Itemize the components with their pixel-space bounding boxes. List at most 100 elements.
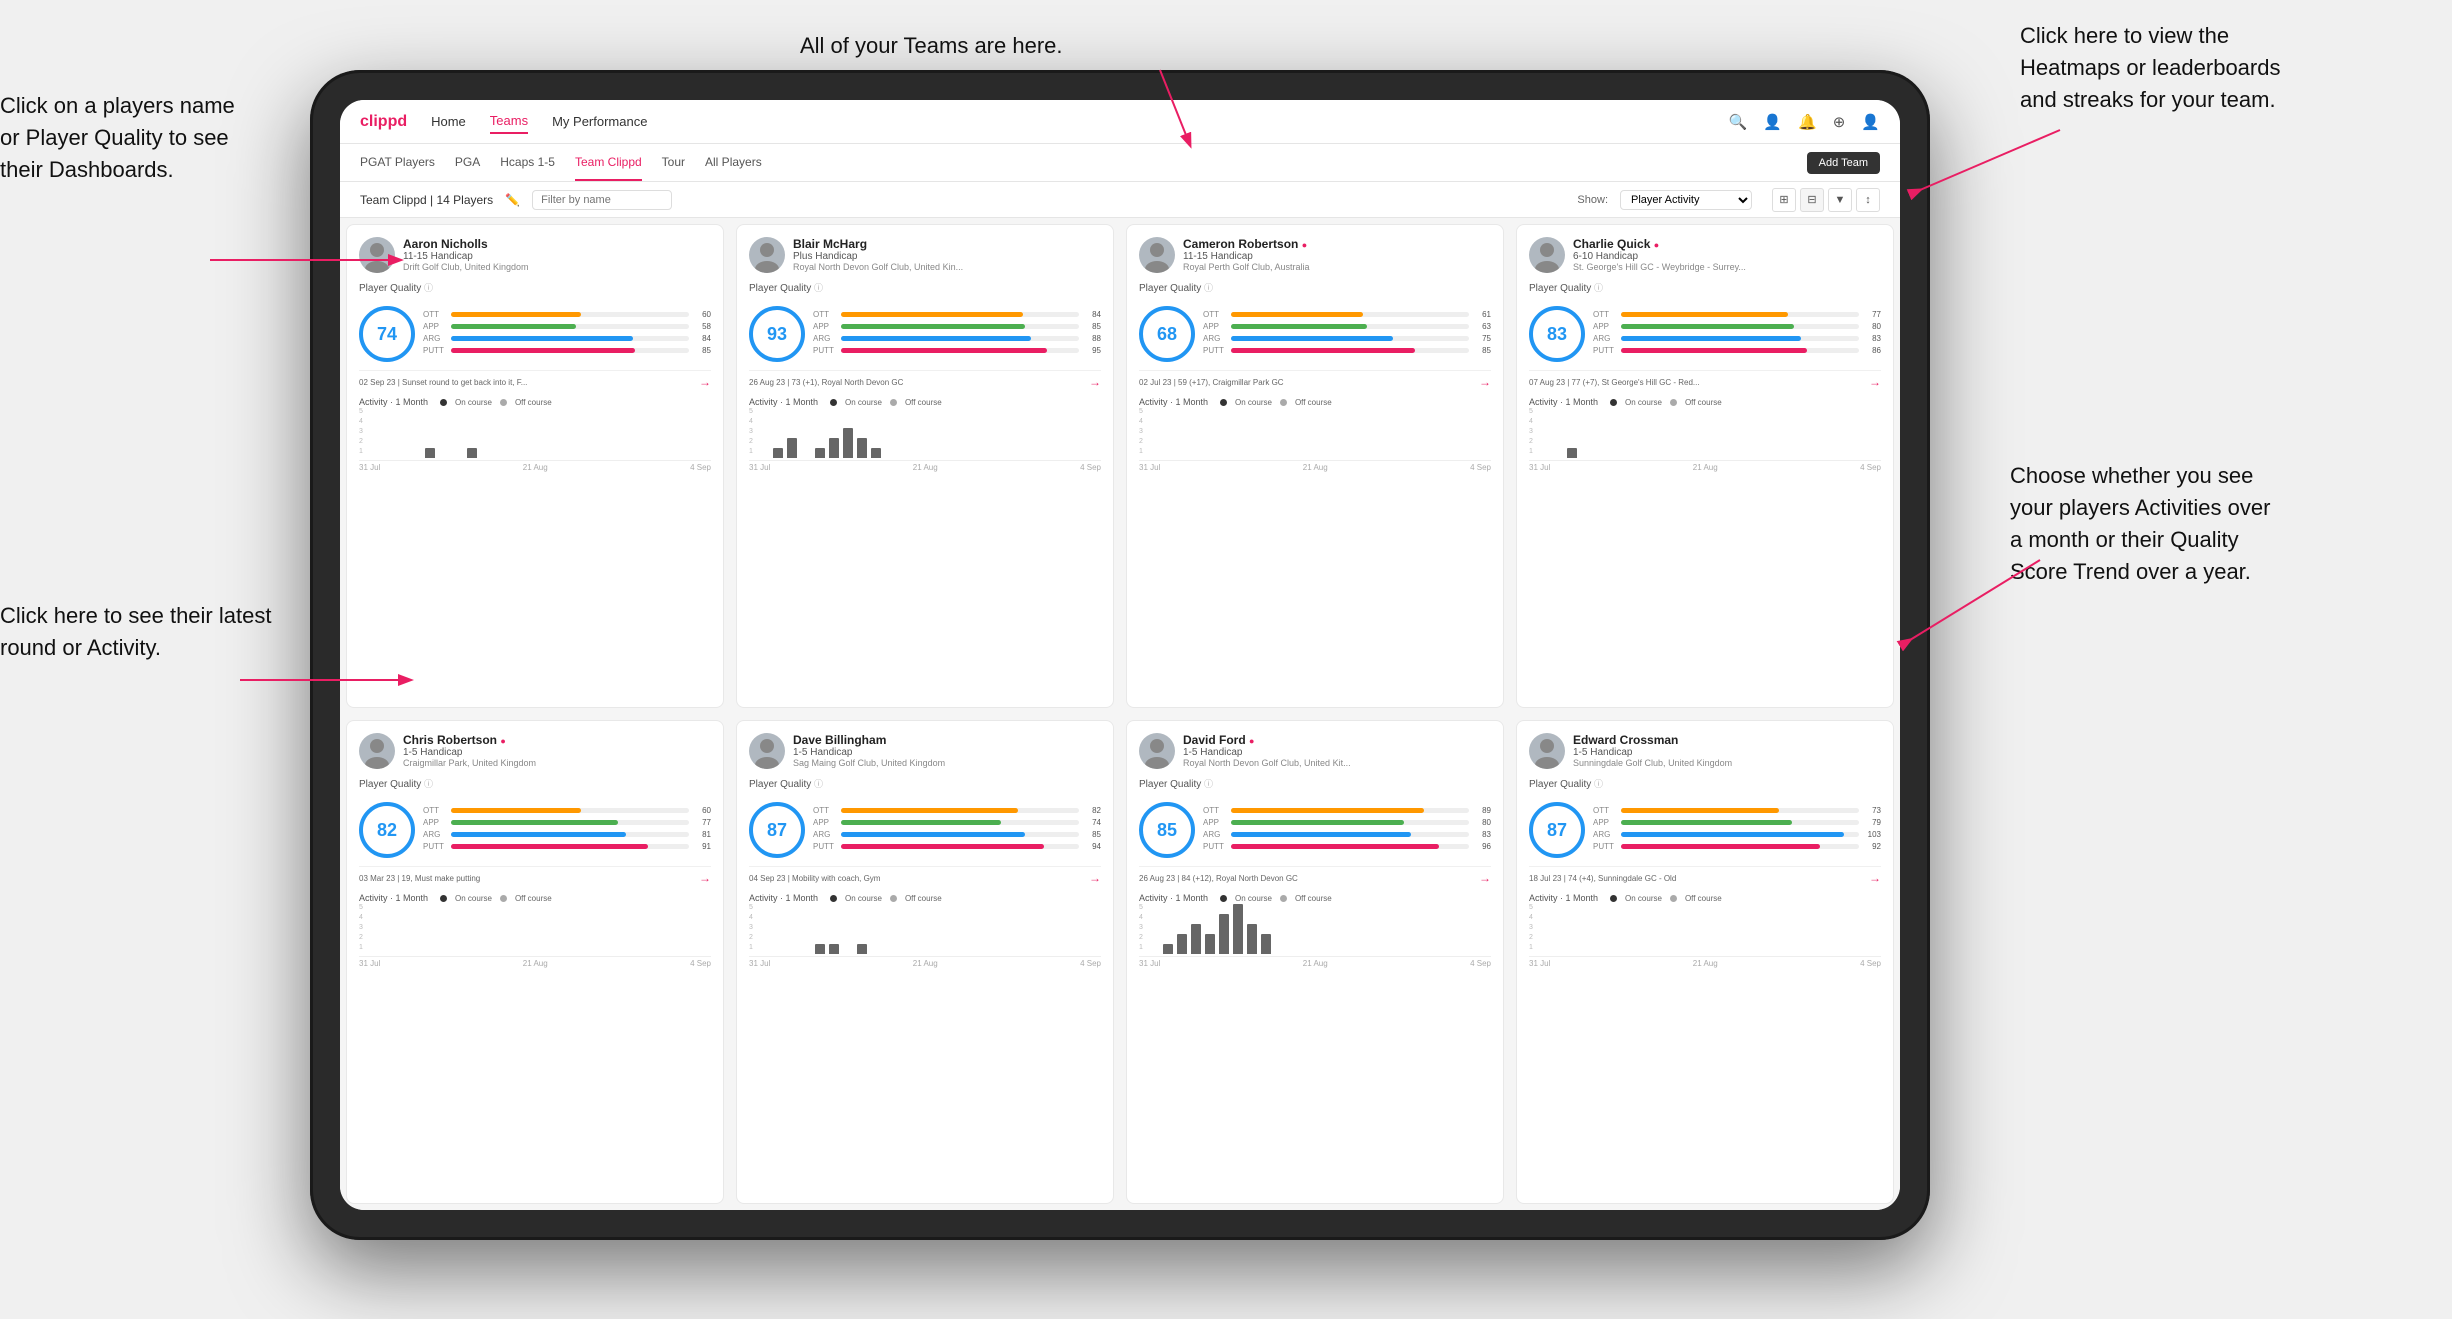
latest-round[interactable]: 18 Jul 23 | 74 (+4), Sunningdale GC - Ol… [1529, 866, 1881, 885]
circle-score[interactable]: 82 [359, 802, 415, 858]
sub-nav-tour[interactable]: Tour [662, 144, 685, 181]
activity-section: Activity · 1 Month On course Off course … [1529, 397, 1881, 472]
player-name[interactable]: Charlie Quick ● [1573, 237, 1881, 251]
view-grid4-icon[interactable]: ⊟ [1800, 188, 1824, 212]
player-card[interactable]: Charlie Quick ●6-10 HandicapSt. George's… [1516, 224, 1894, 708]
stat-row: PUTT95 [813, 346, 1101, 355]
team-title: Team Clippd | 14 Players [360, 193, 493, 207]
view-grid2-icon[interactable]: ⊞ [1772, 188, 1796, 212]
top-nav: clippd Home Teams My Performance 🔍 👤 🔔 ⊕… [340, 100, 1900, 144]
activity-title-label: Activity · 1 Month [749, 397, 818, 407]
circle-score[interactable]: 93 [749, 306, 805, 362]
player-card[interactable]: Dave Billingham1-5 HandicapSag Maing Gol… [736, 720, 1114, 1204]
sub-nav-pgat[interactable]: PGAT Players [360, 144, 435, 181]
latest-round-arrow[interactable]: → [699, 871, 711, 885]
circle-score[interactable]: 68 [1139, 306, 1195, 362]
latest-round-arrow[interactable]: → [1089, 375, 1101, 389]
search-icon[interactable]: 🔍 [1729, 113, 1748, 131]
latest-round[interactable]: 07 Aug 23 | 77 (+7), St George's Hill GC… [1529, 370, 1881, 389]
latest-round[interactable]: 26 Aug 23 | 84 (+12), Royal North Devon … [1139, 866, 1491, 885]
latest-round[interactable]: 02 Jul 23 | 59 (+17), Craigmillar Park G… [1139, 370, 1491, 389]
player-handicap: 1-5 Handicap [793, 747, 1101, 758]
nav-home[interactable]: Home [431, 110, 466, 133]
player-name[interactable]: Dave Billingham [793, 733, 1101, 747]
stat-value: 77 [1863, 310, 1881, 319]
chart-bar [1247, 924, 1257, 954]
player-card[interactable]: Chris Robertson ●1-5 HandicapCraigmillar… [346, 720, 724, 1204]
sub-nav-hcaps[interactable]: Hcaps 1-5 [500, 144, 555, 181]
circle-score[interactable]: 83 [1529, 306, 1585, 362]
sub-nav-pga[interactable]: PGA [455, 144, 480, 181]
chart-x-labels: 31 Jul21 Aug4 Sep [359, 959, 711, 968]
sub-nav-team-clippd[interactable]: Team Clippd [575, 144, 642, 181]
latest-round-arrow[interactable]: → [1869, 375, 1881, 389]
stat-value: 61 [1473, 310, 1491, 319]
stat-label: ARG [423, 334, 447, 343]
filter-input[interactable] [532, 190, 672, 210]
player-club: Craigmillar Park, United Kingdom [403, 758, 711, 768]
player-handicap: 1-5 Handicap [1573, 747, 1881, 758]
bar-container [1149, 408, 1491, 458]
stat-bar-bg [1231, 336, 1469, 341]
player-info: David Ford ●1-5 HandicapRoyal North Devo… [1183, 733, 1491, 768]
player-name[interactable]: David Ford ● [1183, 733, 1491, 747]
latest-round[interactable]: 04 Sep 23 | Mobility with coach, Gym→ [749, 866, 1101, 885]
stat-value: 60 [693, 806, 711, 815]
stat-row: APP63 [1203, 322, 1491, 331]
chart-x-labels: 31 Jul21 Aug4 Sep [359, 463, 711, 472]
player-card[interactable]: Blair McHargPlus HandicapRoyal North Dev… [736, 224, 1114, 708]
user-avatar[interactable]: 👤 [1861, 113, 1880, 131]
bar-container [1539, 904, 1881, 954]
stat-value: 79 [1863, 818, 1881, 827]
player-club: St. George's Hill GC - Weybridge - Surre… [1573, 262, 1881, 272]
chart-x-labels: 31 Jul21 Aug4 Sep [1529, 463, 1881, 472]
latest-round-arrow[interactable]: → [699, 375, 711, 389]
stat-bar-bg [451, 808, 689, 813]
profile-icon[interactable]: 👤 [1763, 113, 1782, 131]
latest-round-arrow[interactable]: → [1479, 871, 1491, 885]
settings-icon[interactable]: ⊕ [1833, 113, 1846, 131]
latest-round[interactable]: 26 Aug 23 | 73 (+1), Royal North Devon G… [749, 370, 1101, 389]
latest-round-arrow[interactable]: → [1479, 375, 1491, 389]
off-course-dot [500, 399, 507, 406]
latest-round[interactable]: 03 Mar 23 | 19, Must make putting→ [359, 866, 711, 885]
chart-bar [1205, 934, 1215, 954]
view-icons: ⊞ ⊟ ▼ ↕ [1772, 188, 1880, 212]
nav-teams[interactable]: Teams [490, 109, 528, 134]
player-name[interactable]: Blair McHarg [793, 237, 1101, 251]
latest-round-arrow[interactable]: → [1089, 871, 1101, 885]
player-name[interactable]: Aaron Nicholls [403, 237, 711, 251]
off-course-label: Off course [515, 398, 552, 407]
latest-round[interactable]: 02 Sep 23 | Sunset round to get back int… [359, 370, 711, 389]
y-axis: 54321 [749, 408, 753, 458]
team-edit-icon[interactable]: ✏️ [505, 193, 520, 207]
on-course-label: On course [1235, 894, 1272, 903]
show-select[interactable]: Player Activity Quality Score Trend [1620, 190, 1752, 210]
bar-container [759, 904, 1101, 954]
nav-performance[interactable]: My Performance [552, 110, 647, 133]
stat-bar [1231, 820, 1404, 825]
add-team-button[interactable]: Add Team [1807, 152, 1880, 174]
player-card[interactable]: Edward Crossman1-5 HandicapSunningdale G… [1516, 720, 1894, 1204]
player-card[interactable]: Cameron Robertson ●11-15 HandicapRoyal P… [1126, 224, 1504, 708]
filter-icon[interactable]: ▼ [1828, 188, 1852, 212]
player-club: Royal North Devon Golf Club, United Kin.… [793, 262, 1101, 272]
stat-bar [451, 324, 576, 329]
latest-round-arrow[interactable]: → [1869, 871, 1881, 885]
circle-score[interactable]: 74 [359, 306, 415, 362]
player-info: Blair McHargPlus HandicapRoyal North Dev… [793, 237, 1101, 272]
sort-icon[interactable]: ↕ [1856, 188, 1880, 212]
circle-score[interactable]: 87 [1529, 802, 1585, 858]
player-card[interactable]: Aaron Nicholls11-15 HandicapDrift Golf C… [346, 224, 724, 708]
notification-icon[interactable]: 🔔 [1798, 113, 1817, 131]
y-axis: 54321 [1139, 904, 1143, 954]
sub-nav-all-players[interactable]: All Players [705, 144, 762, 181]
player-name[interactable]: Cameron Robertson ● [1183, 237, 1491, 251]
player-grid: Aaron Nicholls11-15 HandicapDrift Golf C… [340, 218, 1900, 1210]
circle-score[interactable]: 85 [1139, 802, 1195, 858]
player-name[interactable]: Chris Robertson ● [403, 733, 711, 747]
stat-label: PUTT [1593, 842, 1617, 851]
circle-score[interactable]: 87 [749, 802, 805, 858]
player-name[interactable]: Edward Crossman [1573, 733, 1881, 747]
player-card[interactable]: David Ford ●1-5 HandicapRoyal North Devo… [1126, 720, 1504, 1204]
